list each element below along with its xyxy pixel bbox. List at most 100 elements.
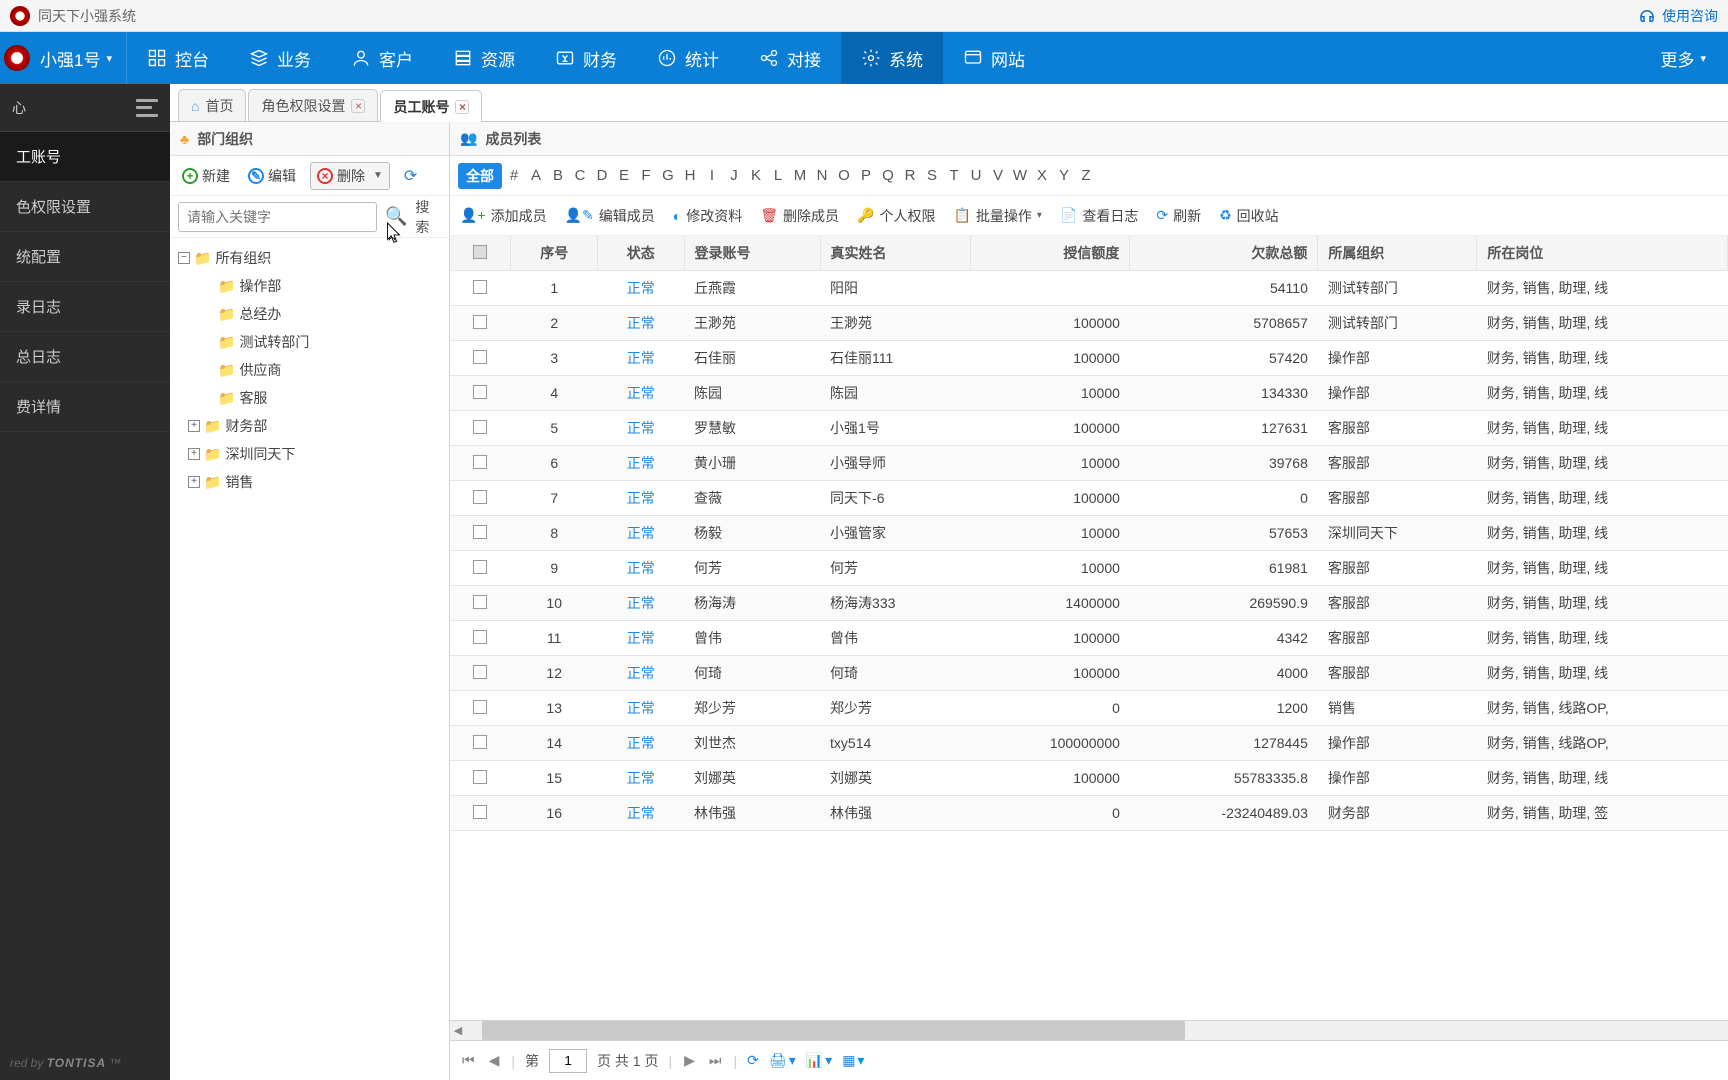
alpha-letter[interactable]: F [636, 167, 656, 184]
brand-switcher[interactable]: 小强1号 ▾ [36, 32, 127, 84]
sidebar-item-role-perm[interactable]: 色权限设置 [0, 182, 170, 232]
tree-edit-button[interactable]: ✎编辑 [244, 164, 300, 188]
row-checkbox[interactable] [450, 551, 511, 586]
row-checkbox[interactable] [450, 341, 511, 376]
col-credit[interactable]: 授信额度 [971, 236, 1130, 271]
col-index[interactable]: 序号 [511, 236, 598, 271]
sidebar-collapse-icon[interactable] [136, 99, 158, 117]
row-checkbox[interactable] [450, 656, 511, 691]
pager-export-button[interactable]: 📊▾ [806, 1052, 832, 1069]
expand-icon[interactable]: + [188, 420, 200, 432]
row-checkbox[interactable] [450, 796, 511, 831]
tree-node[interactable]: 📁总经办 [174, 300, 445, 328]
row-checkbox[interactable] [450, 376, 511, 411]
alpha-letter[interactable]: X [1032, 167, 1052, 184]
recycle-button[interactable]: ♻回收站 [1219, 206, 1279, 226]
pager-last-button[interactable]: ⏭ [707, 1052, 724, 1069]
tree-node[interactable]: 📁操作部 [174, 272, 445, 300]
pager-prev-button[interactable]: ◀ [487, 1052, 502, 1069]
alpha-letter[interactable]: R [900, 167, 920, 184]
personal-perm-button[interactable]: 🔑个人权限 [857, 206, 935, 226]
tree-search-button[interactable]: 搜索 [415, 197, 441, 237]
col-org[interactable]: 所属组织 [1318, 236, 1477, 271]
nav-business[interactable]: 业务 [229, 32, 331, 84]
edit-member-button[interactable]: 👤✎编辑成员 [565, 206, 655, 226]
alpha-letter[interactable]: G [658, 167, 678, 184]
table-row[interactable]: 12正常何琦何琦1000004000客服部财务, 销售, 助理, 线 [450, 656, 1728, 691]
table-row[interactable]: 1正常丘燕霞阳阳54110测试转部门财务, 销售, 助理, 线 [450, 271, 1728, 306]
row-checkbox[interactable] [450, 586, 511, 621]
row-checkbox[interactable] [450, 761, 511, 796]
alpha-letter[interactable]: J [724, 167, 744, 184]
alpha-letter[interactable]: O [834, 167, 854, 184]
table-row[interactable]: 11正常曾伟曾伟1000004342客服部财务, 销售, 助理, 线 [450, 621, 1728, 656]
sidebar-item-sys-config[interactable]: 统配置 [0, 232, 170, 282]
tree-search-input[interactable] [178, 202, 377, 232]
nav-system[interactable]: 系统 [841, 32, 943, 84]
close-icon[interactable]: × [455, 100, 469, 114]
row-checkbox[interactable] [450, 691, 511, 726]
alpha-letter[interactable]: L [768, 167, 788, 184]
add-member-button[interactable]: 👤+添加成员 [460, 206, 547, 226]
col-checkbox[interactable] [450, 236, 511, 271]
nav-customer[interactable]: 客户 [331, 32, 433, 84]
alpha-letter[interactable]: E [614, 167, 634, 184]
alpha-letter[interactable]: Y [1054, 167, 1074, 184]
table-row[interactable]: 4正常陈园陈园10000134330操作部财务, 销售, 助理, 线 [450, 376, 1728, 411]
table-row[interactable]: 15正常刘娜英刘娜英10000055783335.8操作部财务, 销售, 助理,… [450, 761, 1728, 796]
alpha-letter[interactable]: N [812, 167, 832, 184]
table-row[interactable]: 7正常查薇同天下-61000000客服部财务, 销售, 助理, 线 [450, 481, 1728, 516]
row-checkbox[interactable] [450, 726, 511, 761]
tree-node[interactable]: 📁测试转部门 [174, 328, 445, 356]
alpha-letter[interactable]: A [526, 167, 546, 184]
help-link[interactable]: 使用咨询 [1638, 6, 1718, 26]
row-checkbox[interactable] [450, 306, 511, 341]
refresh-button[interactable]: ⟳刷新 [1156, 206, 1201, 226]
pager-next-button[interactable]: ▶ [682, 1052, 697, 1069]
table-row[interactable]: 6正常黄小珊小强导师1000039768客服部财务, 销售, 助理, 线 [450, 446, 1728, 481]
alpha-letter[interactable]: W [1010, 167, 1030, 184]
table-row[interactable]: 3正常石佳丽石佳丽11110000057420操作部财务, 销售, 助理, 线 [450, 341, 1728, 376]
row-checkbox[interactable] [450, 271, 511, 306]
alpha-letter[interactable]: B [548, 167, 568, 184]
alpha-letter[interactable]: M [790, 167, 810, 184]
alpha-letter[interactable]: H [680, 167, 700, 184]
alpha-letter[interactable]: P [856, 167, 876, 184]
alpha-letter[interactable]: T [944, 167, 964, 184]
nav-integration[interactable]: 对接 [739, 32, 841, 84]
table-row[interactable]: 8正常杨毅小强管家1000057653深圳同天下财务, 销售, 助理, 线 [450, 516, 1728, 551]
nav-website[interactable]: 网站 [943, 32, 1045, 84]
alpha-letter[interactable]: S [922, 167, 942, 184]
alpha-letter[interactable]: I [702, 167, 722, 184]
pager-first-button[interactable]: ⏮ [460, 1052, 477, 1069]
pager-refresh-button[interactable]: ⟳ [747, 1052, 759, 1069]
batch-ops-button[interactable]: 📋批量操作▾ [953, 206, 1041, 226]
horizontal-scrollbar[interactable]: ◀ [450, 1020, 1728, 1040]
expand-icon[interactable]: + [188, 476, 200, 488]
row-checkbox[interactable] [450, 446, 511, 481]
close-icon[interactable]: × [351, 99, 365, 113]
tree-delete-button[interactable]: ×删除▼ [310, 162, 390, 190]
alpha-letter[interactable]: # [504, 167, 524, 184]
view-log-button[interactable]: 📄查看日志 [1060, 206, 1138, 226]
alpha-all[interactable]: 全部 [458, 163, 502, 189]
col-post[interactable]: 所在岗位 [1477, 236, 1728, 271]
col-account[interactable]: 登录账号 [684, 236, 820, 271]
tab-home[interactable]: ⌂首页 [178, 89, 246, 121]
sidebar-item-fee-detail[interactable]: 费详情 [0, 382, 170, 432]
alpha-letter[interactable]: C [570, 167, 590, 184]
modify-info-button[interactable]: ◐修改资料 [673, 206, 742, 226]
expand-icon[interactable]: + [188, 448, 200, 460]
nav-more[interactable]: 更多▾ [1638, 46, 1728, 71]
alpha-letter[interactable]: U [966, 167, 986, 184]
table-row[interactable]: 10正常杨海涛杨海涛3331400000269590.9客服部财务, 销售, 助… [450, 586, 1728, 621]
row-checkbox[interactable] [450, 621, 511, 656]
sidebar-item-all-log[interactable]: 总日志 [0, 332, 170, 382]
pager-page-input[interactable] [549, 1049, 587, 1073]
nav-resource[interactable]: 资源 [433, 32, 535, 84]
table-row[interactable]: 5正常罗慧敏小强1号100000127631客服部财务, 销售, 助理, 线 [450, 411, 1728, 446]
tab-staff-account[interactable]: 员工账号× [380, 90, 482, 122]
search-icon[interactable]: 🔍 [385, 206, 407, 227]
alpha-letter[interactable]: D [592, 167, 612, 184]
nav-stats[interactable]: 统计 [637, 32, 739, 84]
